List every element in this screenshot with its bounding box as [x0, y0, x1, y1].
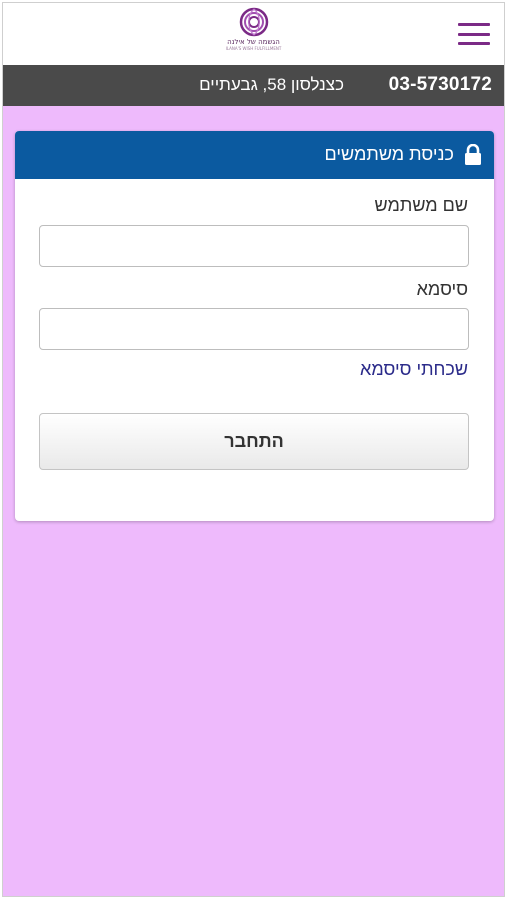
- login-card-header: כניסת משתמשים: [15, 131, 494, 179]
- login-card: כניסת משתמשים שם משתמש סיסמא שכחתי סיסמא…: [15, 131, 494, 521]
- app-frame: הגשמה של אילנה ILANA'S WISH FULFILLMENT …: [2, 2, 505, 897]
- address-text: כצנלסון 58, גבעתיים: [199, 75, 344, 94]
- forgot-password-link[interactable]: שכחתי סיסמא: [360, 359, 468, 380]
- username-input[interactable]: [39, 225, 469, 267]
- username-label: שם משתמש: [374, 195, 468, 215]
- contact-bar: 03-5730172 כצנלסון 58, גבעתיים: [3, 65, 504, 106]
- logo-subtext: ILANA'S WISH FULFILLMENT: [225, 46, 282, 51]
- login-button[interactable]: התחבר: [39, 413, 469, 470]
- menu-bar: [458, 23, 490, 26]
- lock-icon: [465, 144, 481, 165]
- phone-link[interactable]: 03-5730172: [389, 74, 492, 96]
- menu-bar: [458, 42, 490, 45]
- password-label: סיסמא: [416, 279, 468, 299]
- hamburger-menu-icon[interactable]: [458, 23, 490, 45]
- site-logo[interactable]: הגשמה של אילנה ILANA'S WISH FULFILLMENT: [219, 7, 289, 61]
- top-bar: הגשמה של אילנה ILANA'S WISH FULFILLMENT: [3, 3, 504, 65]
- logo-text: הגשמה של אילנה: [227, 38, 280, 46]
- logo-emblem-icon: [239, 7, 268, 37]
- password-input[interactable]: [39, 308, 469, 350]
- menu-bar: [458, 32, 490, 36]
- login-title: כניסת משתמשים: [324, 144, 454, 164]
